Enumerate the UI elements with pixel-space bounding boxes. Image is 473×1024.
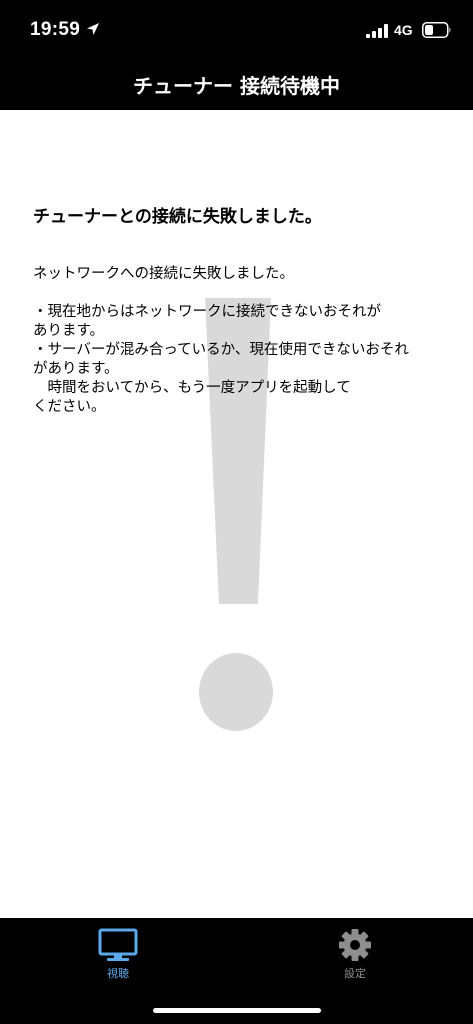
gear-icon bbox=[339, 929, 371, 961]
error-message: ネットワークへの接続に失敗しました。 ・現在地からはネットワークに接続できないお… bbox=[33, 266, 409, 415]
home-indicator[interactable] bbox=[153, 1008, 321, 1013]
error-content: チューナーとの接続に失敗しました。 ネットワークへの接続に失敗しました。 ・現在… bbox=[0, 110, 473, 918]
tab-settings[interactable]: 設定 bbox=[237, 918, 473, 998]
battery-icon bbox=[422, 22, 451, 38]
app-screen: 19:59 4G チューナー 接続待機中 チューナーとの接続に失敗しました。 ネ… bbox=[0, 0, 473, 1024]
page-title: チューナー 接続待機中 bbox=[133, 73, 340, 98]
status-time: 19:59 bbox=[30, 19, 81, 40]
cellular-signal-icon bbox=[366, 24, 388, 38]
tab-view-label: 視聴 bbox=[107, 967, 129, 980]
tv-icon bbox=[98, 928, 138, 961]
error-title: チューナーとの接続に失敗しました。 bbox=[33, 207, 322, 227]
location-arrow-icon bbox=[87, 23, 99, 35]
nav-header: チューナー 接続待機中 bbox=[0, 58, 473, 110]
tab-view[interactable]: 視聴 bbox=[0, 918, 236, 998]
tab-settings-label: 設定 bbox=[344, 967, 366, 980]
status-bar: 19:59 4G bbox=[0, 0, 473, 58]
network-type: 4G bbox=[394, 22, 413, 38]
